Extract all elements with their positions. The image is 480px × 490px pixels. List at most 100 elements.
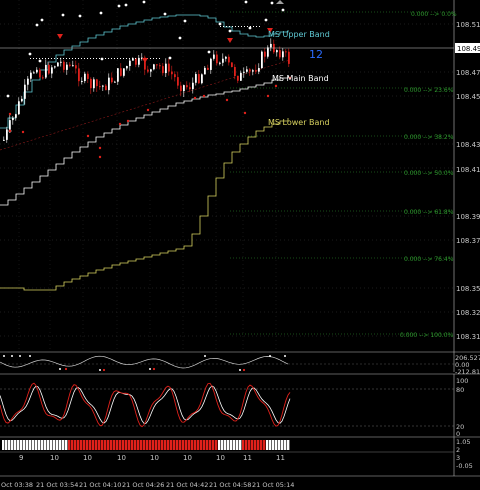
histogram-bar xyxy=(140,440,143,450)
level-dot xyxy=(87,58,88,59)
candle-body xyxy=(234,67,236,76)
histogram-bar xyxy=(206,440,209,450)
fib-label: 0.000 --> 0.0% xyxy=(411,11,457,18)
level-dot xyxy=(99,58,100,59)
candle-body xyxy=(147,69,149,72)
histogram-bar xyxy=(266,440,269,450)
cci-indicator-pane[interactable]: 206.5275 0.00 -212.818 xyxy=(0,352,480,376)
cci-dot xyxy=(242,368,246,372)
price-tick: 108.390 xyxy=(456,213,480,221)
candle-body xyxy=(36,69,38,73)
histogram-bar xyxy=(272,440,275,450)
histogram-bar xyxy=(2,440,5,450)
candle-body xyxy=(270,43,272,48)
candle-body xyxy=(249,69,251,72)
histogram-bar xyxy=(116,440,119,450)
signal-dot xyxy=(168,56,172,60)
candlesticks xyxy=(3,38,290,143)
price-tick: 108.370 xyxy=(456,237,480,245)
histogram-bar xyxy=(200,440,203,450)
candle-body xyxy=(108,77,110,91)
candle-body xyxy=(30,72,32,79)
level-dot xyxy=(78,58,79,59)
trend-histogram-pane[interactable]: 1.05 2 3 -0.05 xyxy=(2,437,473,476)
candle-body xyxy=(189,87,191,90)
histogram-bar xyxy=(110,440,113,450)
date-number: 9 xyxy=(19,454,23,462)
histogram-bar xyxy=(176,440,179,450)
price-tick: 108.515 xyxy=(456,21,480,29)
cci-dot xyxy=(152,367,156,371)
main-band-label: MS Main Band xyxy=(272,74,329,83)
sell-arrow-icon xyxy=(142,58,148,63)
candle-body xyxy=(54,66,56,68)
histogram-bar xyxy=(71,440,74,450)
level-dot xyxy=(129,58,130,59)
candle-body xyxy=(66,64,68,70)
price-pane[interactable]: MS Upper Band MS Main Band MS Lower Band… xyxy=(0,0,480,352)
level-dot xyxy=(63,58,64,59)
stoch-max-label: 100 xyxy=(456,377,468,385)
candle-body xyxy=(114,81,116,83)
histogram-bar xyxy=(185,440,188,450)
histogram-bar xyxy=(179,440,182,450)
level-dot xyxy=(69,58,70,59)
candle-body xyxy=(210,58,212,70)
level-dot xyxy=(259,26,260,27)
candle-body xyxy=(246,69,248,72)
date-number-row: 9 10 10 10 10 10 10 11 11 xyxy=(19,454,285,462)
histogram-bar xyxy=(257,440,260,450)
cci-dot xyxy=(59,368,61,370)
fib-label: 0.000 --> 23.6% xyxy=(404,87,454,94)
price-tick: 108.310 xyxy=(456,333,480,341)
candle-body xyxy=(207,67,209,70)
histogram-bar xyxy=(11,440,14,450)
stochastic-pane[interactable]: 100 80 20 0 xyxy=(0,374,468,438)
signal-dot xyxy=(183,19,187,23)
candle-body xyxy=(198,74,200,84)
histogram-bar xyxy=(173,440,176,450)
histogram-bar xyxy=(224,440,227,450)
candle-body xyxy=(60,61,62,63)
histogram-bar xyxy=(212,440,215,450)
histogram-bar xyxy=(119,440,122,450)
level-dot xyxy=(156,58,157,59)
level-dot xyxy=(253,26,254,27)
date-number: 10 xyxy=(50,454,59,462)
sell-arrow-icon xyxy=(57,34,63,39)
signal-dot xyxy=(78,14,82,18)
histogram-bar xyxy=(59,440,62,450)
candle-body xyxy=(240,72,242,81)
signal-dot xyxy=(86,134,90,138)
upper-band-label: MS Upper Band xyxy=(268,30,330,39)
time-axis[interactable]: Oct 03:38 21 Oct 03:54 21 Oct 04:10 21 O… xyxy=(1,481,294,489)
candle-body xyxy=(78,68,80,82)
histogram-bar xyxy=(113,440,116,450)
candle-body xyxy=(6,129,8,140)
histogram-bar xyxy=(143,440,146,450)
date-number: 10 xyxy=(183,454,192,462)
histogram-bar xyxy=(203,440,206,450)
histogram-bar xyxy=(14,440,17,450)
histogram-bar xyxy=(131,440,134,450)
signal-dot xyxy=(124,3,128,7)
signal-dot xyxy=(225,98,229,102)
level-dot xyxy=(153,58,154,59)
candle-body xyxy=(204,67,206,75)
level-dot xyxy=(132,58,133,59)
signal-dot xyxy=(99,11,103,15)
level-dot xyxy=(229,26,230,27)
histogram-bar xyxy=(32,440,35,450)
level-dot xyxy=(54,58,55,59)
price-axis[interactable]: 108.515 108.470 108.450 108.430 108.410 … xyxy=(455,21,480,341)
signal-dot xyxy=(117,4,121,8)
hist-scale-d: -0.05 xyxy=(456,462,473,470)
histogram-bar xyxy=(254,440,257,450)
level-dot xyxy=(57,58,58,59)
candle-body xyxy=(264,51,266,57)
date-number: 11 xyxy=(243,454,252,462)
trading-chart[interactable]: MS Upper Band MS Main Band MS Lower Band… xyxy=(0,0,480,490)
level-dot xyxy=(226,26,227,27)
main-band-line xyxy=(0,76,289,206)
histogram-bar xyxy=(17,440,20,450)
